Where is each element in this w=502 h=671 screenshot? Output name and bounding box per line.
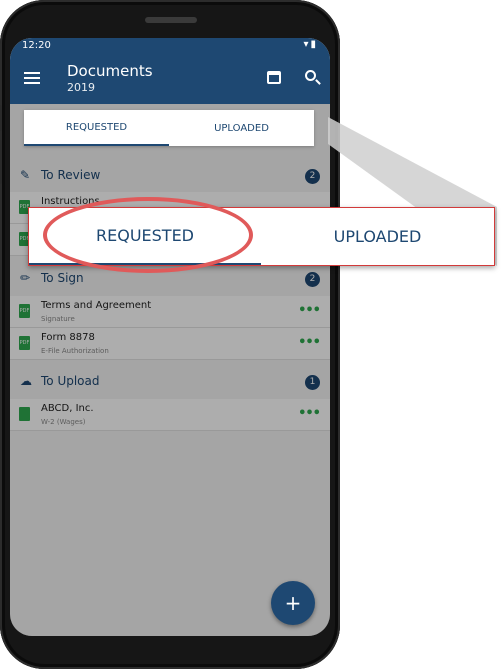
speaker-grille [145, 17, 197, 23]
list-item[interactable]: ABCD, Inc. W-2 (Wages) ••• [10, 399, 330, 431]
section-label: To Review [41, 168, 101, 182]
status-bar: 12:20 ▾▮ [10, 38, 330, 56]
zoomed-tab-bar: REQUESTED UPLOADED [28, 207, 495, 266]
count-badge: 2 [305, 169, 320, 184]
review-icon: ✎ [20, 168, 31, 182]
more-options-icon[interactable]: ••• [298, 303, 321, 318]
status-icons: ▾▮ [303, 39, 318, 50]
item-title: ABCD, Inc. [41, 403, 94, 414]
document-icon [19, 407, 30, 421]
calendar-icon[interactable] [267, 71, 281, 84]
list-item[interactable]: PDF Form 8878 E-File Authorization ••• [10, 328, 330, 360]
add-button[interactable]: + [271, 581, 315, 625]
item-title: Form 8878 [41, 332, 95, 343]
zoomed-tab-requested[interactable]: REQUESTED [29, 208, 261, 265]
item-subtitle: W-2 (Wages) [41, 418, 86, 426]
item-title: Terms and Agreement [41, 300, 152, 311]
tab-bar: REQUESTED UPLOADED [24, 110, 314, 146]
search-icon[interactable] [305, 70, 316, 81]
more-options-icon[interactable]: ••• [298, 406, 321, 421]
item-subtitle: Signature [41, 315, 75, 323]
page-title: Documents [67, 62, 153, 80]
phone-frame: 12:20 ▾▮ Documents 2019 ✎ To Review 2 PD… [0, 0, 340, 669]
cloud-upload-icon: ☁ [20, 374, 32, 388]
pencil-icon: ✏ [20, 271, 31, 285]
section-label: To Sign [41, 271, 84, 285]
volume-button [0, 105, 2, 131]
status-time: 12:20 [22, 40, 51, 51]
section-label: To Upload [41, 374, 100, 388]
page-subtitle-year: 2019 [67, 81, 95, 94]
section-to-review: ✎ To Review 2 [10, 164, 330, 188]
tab-requested[interactable]: REQUESTED [24, 110, 169, 146]
pdf-icon: PDF [19, 336, 30, 350]
list-item[interactable]: PDF Terms and Agreement Signature ••• [10, 296, 330, 328]
section-to-upload: ☁ To Upload 1 [10, 370, 330, 394]
menu-icon[interactable] [24, 72, 40, 84]
item-subtitle: E-File Authorization [41, 347, 109, 355]
tab-uploaded[interactable]: UPLOADED [169, 110, 314, 146]
count-badge: 1 [305, 375, 320, 390]
item-title: Instructions [41, 196, 100, 207]
app-bar: Documents 2019 [10, 56, 330, 104]
zoomed-tab-uploaded[interactable]: UPLOADED [261, 208, 494, 265]
app-screen: 12:20 ▾▮ Documents 2019 ✎ To Review 2 PD… [10, 38, 330, 636]
pdf-icon: PDF [19, 304, 30, 318]
power-button [0, 140, 2, 184]
section-to-sign: ✏ To Sign 2 [10, 267, 330, 291]
more-options-icon[interactable]: ••• [298, 335, 321, 350]
count-badge: 2 [305, 272, 320, 287]
